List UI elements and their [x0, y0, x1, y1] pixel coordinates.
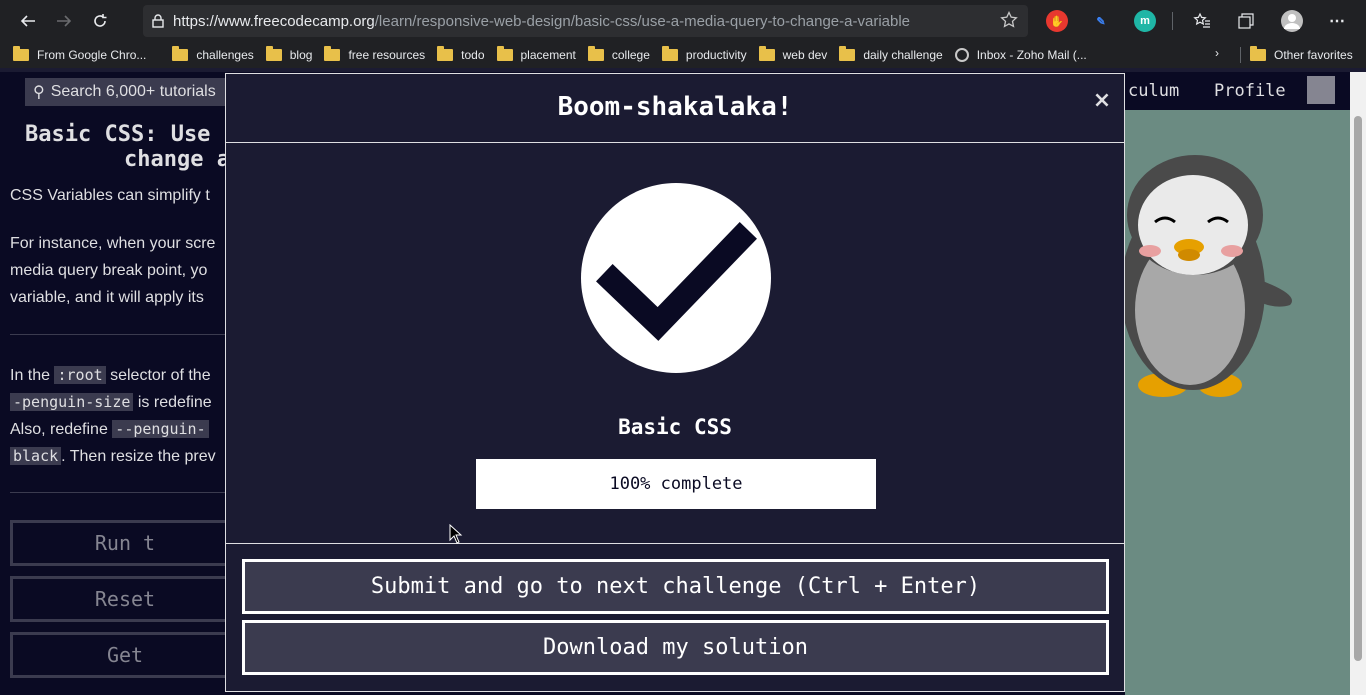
- submit-next-challenge-button[interactable]: Submit and go to next challenge (Ctrl + …: [242, 559, 1109, 614]
- bookmark-folder[interactable]: college: [587, 46, 650, 62]
- close-icon[interactable]: ×: [1090, 89, 1114, 113]
- bookmark-folder[interactable]: productivity: [661, 46, 747, 62]
- lesson-paragraph: CSS Variables can simplify t: [10, 187, 210, 204]
- zoho-mail-icon: [954, 48, 969, 62]
- bookmark-link[interactable]: Inbox - Zoho Mail (...: [954, 48, 1087, 62]
- forward-icon[interactable]: [46, 5, 82, 37]
- preview-pane: [1121, 110, 1350, 695]
- lesson-paragraph: For instance, when your scre: [10, 235, 216, 252]
- address-bar[interactable]: https://www.freecodecamp.org/learn/respo…: [143, 5, 1028, 37]
- progress-label: 100% complete: [609, 474, 743, 494]
- bookmarks-divider: [1240, 47, 1241, 63]
- favorites-icon[interactable]: [1191, 10, 1213, 32]
- modal-header: Boom-shakalaka! ×: [226, 74, 1124, 143]
- modal-title: Boom-shakalaka!: [557, 92, 793, 122]
- lesson-pane: Basic CSS: Use change a CSS Variables ca…: [0, 110, 225, 695]
- modal-footer-divider: [226, 543, 1124, 544]
- folder-icon: [587, 46, 604, 61]
- page-scrollbar[interactable]: [1350, 72, 1366, 695]
- folder-icon: [758, 46, 775, 61]
- search-input[interactable]: ⚲ Search 6,000+ tutorials: [25, 78, 235, 106]
- checkmark-icon: [581, 183, 771, 373]
- reset-button[interactable]: Reset: [10, 576, 225, 622]
- profile-avatar-icon[interactable]: [1281, 10, 1303, 32]
- url-text: https://www.freecodecamp.org/learn/respo…: [173, 13, 910, 30]
- completion-modal: Boom-shakalaka! × Basic CSS 100% complet…: [225, 73, 1125, 692]
- folder-icon: [1250, 46, 1266, 61]
- lesson-paragraph: variable, and it will apply its: [10, 289, 204, 306]
- get-help-button[interactable]: Get: [10, 632, 225, 678]
- lesson-paragraph: In the :root selector of the: [10, 366, 211, 384]
- folder-icon: [496, 46, 513, 61]
- bookmark-folder[interactable]: placement: [496, 46, 576, 62]
- avatar[interactable]: [1307, 76, 1335, 104]
- more-menu-icon[interactable]: ⋯: [1326, 10, 1348, 32]
- folder-icon: [172, 46, 189, 61]
- url-host: https://www.freecodecamp.org: [173, 12, 375, 30]
- extension-m-icon[interactable]: m: [1134, 10, 1156, 32]
- url-path: /learn/responsive-web-design/basic-css/u…: [374, 12, 911, 30]
- bookmark-folder[interactable]: blog: [265, 46, 312, 62]
- collections-icon[interactable]: [1235, 10, 1257, 32]
- lesson-paragraph: -penguin-size is redefine: [10, 389, 212, 416]
- divider: [10, 334, 225, 335]
- lesson-title-line1: Basic CSS: Use: [25, 122, 211, 147]
- download-solution-button[interactable]: Download my solution: [242, 620, 1109, 675]
- folder-icon: [265, 46, 282, 61]
- other-favorites-folder[interactable]: Other favorites: [1250, 46, 1353, 62]
- progress-bar: 100% complete: [476, 459, 876, 509]
- toolbar-divider: [1172, 12, 1173, 30]
- chevron-right-icon[interactable]: ›: [1215, 46, 1219, 60]
- bookmark-folder[interactable]: challenges: [172, 46, 254, 62]
- extension-hand-icon[interactable]: ✋: [1046, 10, 1068, 32]
- bookmark-folder[interactable]: From Google Chro...: [13, 46, 146, 62]
- mouse-cursor-icon: [449, 524, 463, 544]
- lesson-paragraph: media query break point, yo: [10, 262, 208, 279]
- bookmark-folder[interactable]: free resources: [324, 46, 425, 62]
- extension-pen-icon[interactable]: ✎: [1090, 10, 1112, 32]
- bookmark-folder[interactable]: todo: [437, 46, 485, 62]
- block-title: Basic CSS: [618, 415, 732, 439]
- lesson-title-line2: change a: [124, 147, 225, 172]
- folder-icon: [13, 46, 29, 61]
- scrollbar-thumb[interactable]: [1354, 116, 1362, 661]
- lock-icon: [143, 14, 173, 28]
- bookmark-folder[interactable]: web dev: [758, 46, 827, 62]
- folder-icon: [437, 46, 454, 61]
- divider: [10, 492, 225, 493]
- folder-icon: [661, 46, 678, 61]
- browser-toolbar: https://www.freecodecamp.org/learn/respo…: [0, 0, 1366, 42]
- favorite-star-icon[interactable]: [1000, 10, 1018, 34]
- bookmark-folder[interactable]: daily challenge: [839, 46, 943, 62]
- curriculum-link[interactable]: culum: [1128, 81, 1179, 101]
- refresh-icon[interactable]: [82, 5, 118, 37]
- run-tests-button[interactable]: Run t: [10, 520, 225, 566]
- folder-icon: [324, 46, 341, 61]
- folder-icon: [839, 46, 856, 61]
- lesson-paragraph: Also, redefine --penguin-: [10, 416, 209, 443]
- search-icon: ⚲: [33, 84, 45, 101]
- lesson-paragraph: black. Then resize the prev: [10, 443, 216, 470]
- penguin-illustration: [1121, 155, 1292, 397]
- profile-link[interactable]: Profile: [1214, 81, 1286, 101]
- back-icon[interactable]: [10, 5, 46, 37]
- bookmarks-bar: From Google Chro... challenges blog free…: [0, 42, 1366, 68]
